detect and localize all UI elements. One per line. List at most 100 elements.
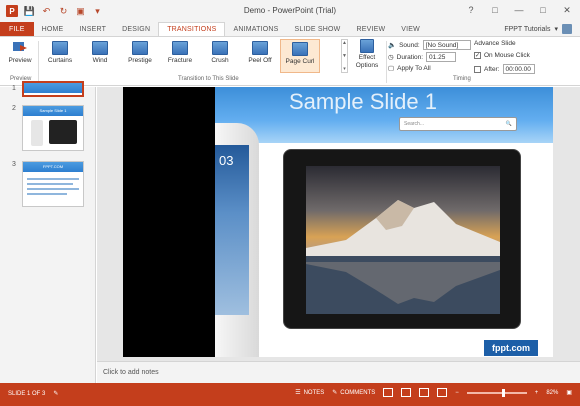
tab-view[interactable]: VIEW <box>393 22 428 36</box>
normal-view-icon[interactable] <box>383 388 394 397</box>
customize-toolbar-icon[interactable]: ▾ <box>92 6 103 17</box>
window-controls: ? □ — □ ✕ <box>464 3 574 17</box>
save-icon[interactable]: 💾 <box>24 6 35 17</box>
comments-label: COMMENTS <box>340 389 376 396</box>
tab-design[interactable]: DESIGN <box>114 22 158 36</box>
ribbon-display-icon[interactable]: □ <box>488 3 502 17</box>
slide-thumbnail-2[interactable]: Sample Slide 1 <box>22 105 84 151</box>
apply-all-label: Apply To All <box>397 64 431 72</box>
fppt-logo-badge: fppt.com <box>483 339 539 357</box>
slide-canvas[interactable]: Sample Slide 1 Search... 🔍 03 fppt.com <box>123 87 553 357</box>
gallery-up-icon[interactable]: ▲ <box>342 40 347 46</box>
transition-peel-off[interactable]: Peel Off <box>240 39 280 73</box>
transition-crush[interactable]: Crush <box>200 39 240 73</box>
curtains-icon <box>52 41 68 55</box>
transition-label: Crush <box>211 57 229 64</box>
zoom-slider[interactable] <box>466 388 527 397</box>
undo-icon[interactable]: ↶ <box>41 6 52 17</box>
account[interactable]: FPPT Tutorials ▾ <box>504 24 572 34</box>
tab-animations[interactable]: ANIMATIONS <box>225 22 286 36</box>
transition-fracture[interactable]: Fracture <box>160 39 200 73</box>
phone-screen <box>215 145 249 315</box>
effect-options-button[interactable]: Effect Options <box>350 39 384 73</box>
gallery-scroll[interactable]: ▲ ▼ ▾ <box>341 39 348 73</box>
after-row: After: 00:00.00 <box>474 64 535 74</box>
tab-home[interactable]: HOME <box>34 22 72 36</box>
comments-icon: ✎ <box>332 390 338 396</box>
on-mouse-click-checkbox[interactable]: ✓ <box>474 52 481 59</box>
comments-button[interactable]: ✎ COMMENTS <box>332 389 376 397</box>
advance-label: Advance Slide <box>474 40 516 47</box>
advance-slide-label: Advance Slide <box>474 40 516 47</box>
apply-to-all-button[interactable]: ▢ Apply To All <box>388 64 431 73</box>
transition-curtains[interactable]: Curtains <box>40 39 80 73</box>
preview-button[interactable]: Preview <box>4 39 36 73</box>
sound-icon: 🔈 <box>388 42 397 49</box>
peel-off-icon <box>252 41 268 55</box>
maximize-icon[interactable]: □ <box>536 3 550 17</box>
slide-title[interactable]: Sample Slide 1 <box>243 89 483 115</box>
slide-thumbnail-1[interactable] <box>22 81 84 97</box>
transition-wind[interactable]: Wind <box>80 39 120 73</box>
thumbnail-phone <box>31 120 43 146</box>
tablet-image <box>283 149 521 329</box>
tab-slide-show[interactable]: SLIDE SHOW <box>287 22 349 36</box>
on-click-label: On Mouse Click <box>484 52 530 59</box>
thumbnail-text-line <box>27 193 67 195</box>
notes-pane[interactable]: Click to add notes <box>97 361 580 383</box>
sound-select[interactable]: [No Sound] <box>422 40 471 50</box>
notes-label: NOTES <box>303 389 325 396</box>
redo-icon[interactable]: ↻ <box>58 6 69 17</box>
slide-sorter-view-icon[interactable] <box>401 388 412 397</box>
duration-field[interactable]: 01.25 <box>426 52 457 62</box>
thumbnail-number: 2 <box>12 105 16 112</box>
close-icon[interactable]: ✕ <box>560 3 574 17</box>
zoom-level[interactable]: 82% <box>546 390 558 396</box>
thumbnail-text-line <box>27 178 79 180</box>
reading-view-icon[interactable] <box>419 388 430 397</box>
transition-gallery: Curtains Wind Prestige Fracture Crush Pe… <box>40 39 340 73</box>
thumbnail-text-line <box>27 188 79 190</box>
apply-all-icon: ▢ <box>388 65 395 72</box>
tab-review[interactable]: REVIEW <box>348 22 393 36</box>
powerpoint-logo-icon: P <box>6 5 18 17</box>
tab-insert[interactable]: INSERT <box>71 22 114 36</box>
timing-group: 🔈 Sound: [No Sound] ◷ Duration: 01.25 ▢ … <box>388 39 578 75</box>
account-chevron-icon: ▾ <box>554 26 558 33</box>
transition-label: Prestige <box>128 57 152 64</box>
transition-label: Fracture <box>167 57 193 64</box>
slide-thumbnail-3[interactable]: FPPT.COM <box>22 161 84 207</box>
notes-placeholder: Click to add notes <box>103 369 159 376</box>
after-field[interactable]: 00:00.00 <box>502 64 535 74</box>
zoom-slider-thumb[interactable] <box>502 388 506 397</box>
phone-time: 03 <box>219 153 234 168</box>
zoom-in-icon[interactable]: + <box>535 390 539 396</box>
transition-page-curl[interactable]: Page Curl <box>280 39 320 73</box>
gallery-down-icon[interactable]: ▼ <box>342 53 347 59</box>
thumbnail-header <box>24 83 82 93</box>
gallery-more-icon[interactable]: ▾ <box>343 66 346 72</box>
transition-group-label: Transition to This Slide <box>178 76 239 82</box>
minimize-icon[interactable]: — <box>512 3 526 17</box>
fit-slide-icon[interactable]: ▣ <box>566 389 572 396</box>
search-placeholder: Search... <box>404 121 425 127</box>
notes-button[interactable]: ☰ NOTES <box>295 389 325 397</box>
help-icon[interactable]: ? <box>464 3 478 17</box>
page-curl-transition-panel <box>123 87 215 357</box>
after-label: After: <box>484 65 500 73</box>
tab-transitions[interactable]: TRANSITIONS <box>158 22 226 36</box>
start-from-beginning-icon[interactable]: ▣ <box>75 6 86 17</box>
title-bar: P 💾 ↶ ↻ ▣ ▾ Demo - PowerPoint (Trial) ? … <box>0 0 580 22</box>
mountain-landscape <box>306 200 500 314</box>
transition-prestige[interactable]: Prestige <box>120 39 160 73</box>
account-name: FPPT Tutorials <box>504 25 551 33</box>
slide-counter: SLIDE 1 OF 3 <box>8 390 46 397</box>
on-mouse-click-row: ✓ On Mouse Click <box>474 52 530 59</box>
duration-icon: ◷ <box>388 54 394 61</box>
after-checkbox[interactable] <box>474 65 481 73</box>
sound-value: [No Sound] <box>425 41 459 49</box>
spell-check-icon[interactable]: ✎ <box>53 390 58 397</box>
tab-file[interactable]: FILE <box>0 22 34 36</box>
zoom-out-icon[interactable]: − <box>455 390 459 396</box>
slide-show-view-icon[interactable] <box>437 388 448 397</box>
